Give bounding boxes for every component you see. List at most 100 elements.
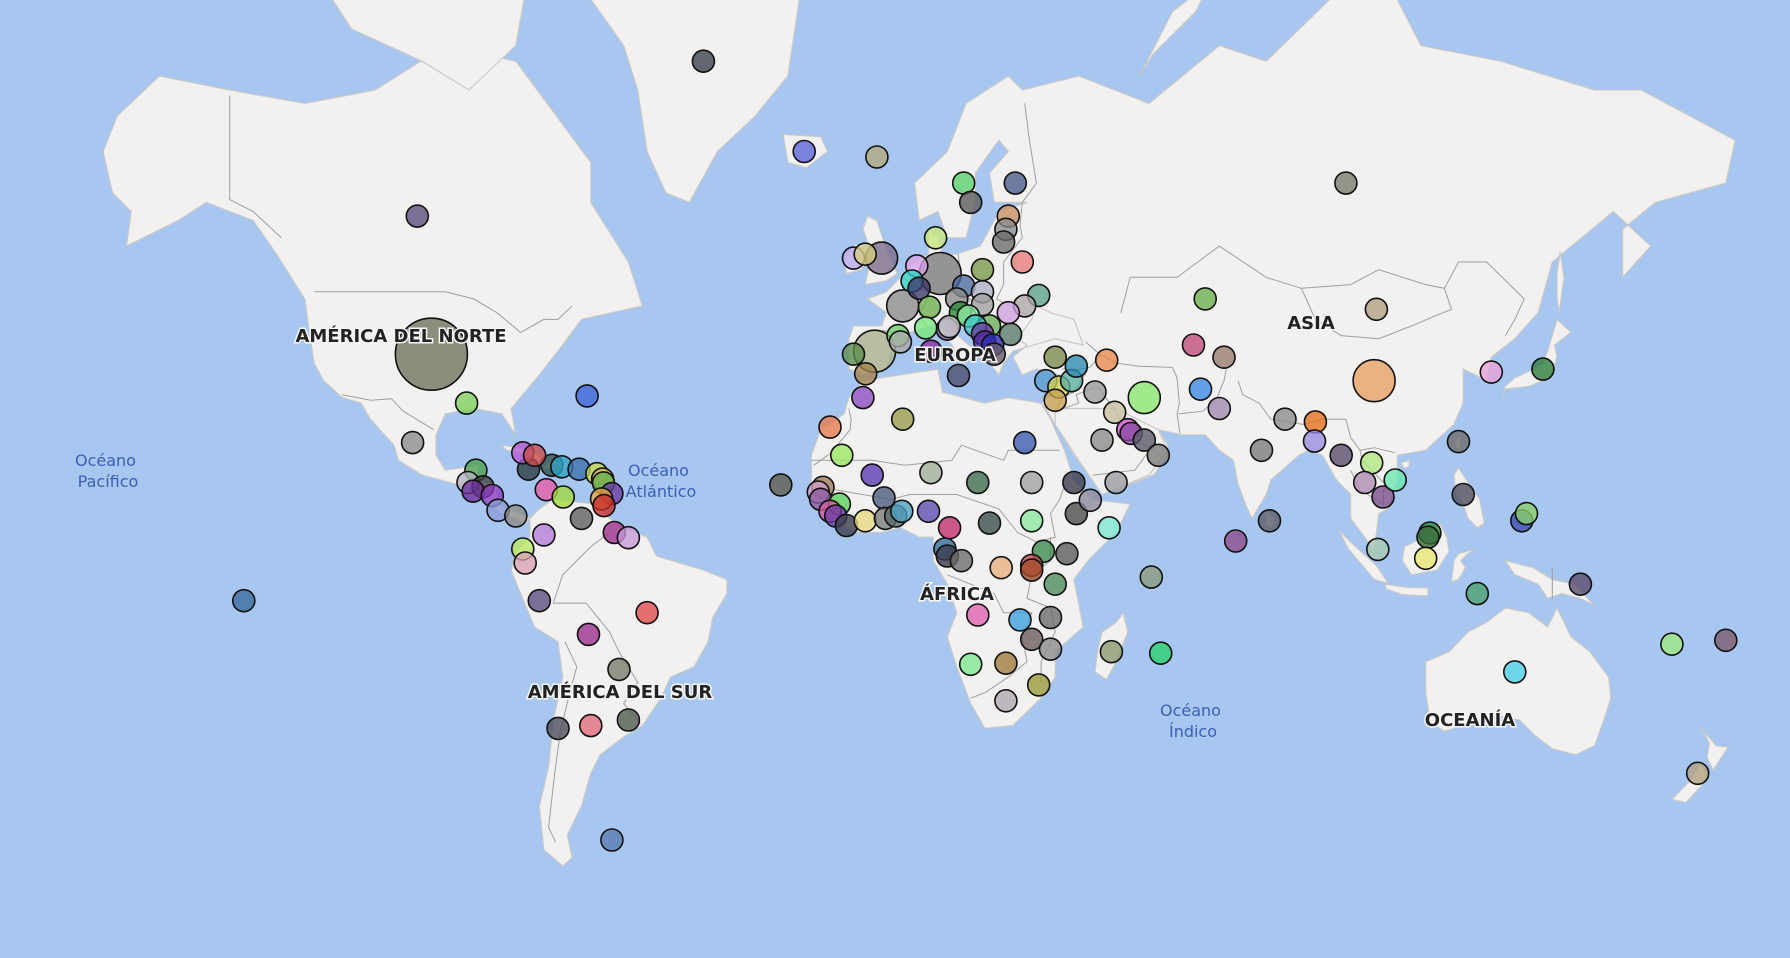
map-bubble-134[interactable] — [1568, 572, 1593, 597]
map-bubble-31[interactable] — [616, 525, 641, 550]
map-bubble-172[interactable] — [989, 555, 1014, 580]
map-bubble-182[interactable] — [1038, 637, 1063, 662]
map-bubble-102[interactable] — [1146, 443, 1171, 468]
map-bubble-24[interactable] — [503, 504, 528, 528]
map-bubble-186[interactable] — [1026, 673, 1051, 697]
map-bubble-144[interactable] — [860, 463, 885, 487]
map-bubble-45[interactable] — [1003, 171, 1028, 195]
map-bubble-189[interactable] — [1139, 565, 1164, 589]
map-bubble-129[interactable] — [1479, 360, 1504, 384]
map-bubble-171[interactable] — [949, 548, 974, 573]
map-bubble-133[interactable] — [1465, 581, 1490, 606]
map-bubble-46[interactable] — [958, 190, 983, 215]
map-bubble-108[interactable] — [1207, 396, 1232, 421]
map-bubble-50[interactable] — [923, 226, 948, 250]
map-bubble-54[interactable] — [1010, 250, 1035, 274]
map-bubble-87[interactable] — [937, 314, 962, 339]
map-bubble-100[interactable] — [1090, 428, 1114, 452]
map-bubble-35[interactable] — [635, 600, 659, 625]
map-bubble-174[interactable] — [1055, 541, 1079, 566]
map-bubble-40[interactable] — [578, 713, 603, 738]
map-bubble-109[interactable] — [1273, 407, 1297, 432]
map-bubble-183[interactable] — [958, 652, 983, 677]
map-bubble-105[interactable] — [1181, 333, 1206, 357]
map-bubble-184[interactable] — [994, 651, 1018, 676]
map-bubble-4[interactable] — [454, 391, 479, 415]
map-bubble-2[interactable] — [405, 204, 430, 228]
map-bubble-112[interactable] — [1249, 438, 1274, 463]
map-bubble-188[interactable] — [1148, 641, 1173, 666]
map-bubble-90[interactable] — [1043, 388, 1067, 413]
map-bubble-120[interactable] — [1352, 470, 1377, 495]
map-bubble-36[interactable] — [576, 622, 601, 647]
map-bubble-103[interactable] — [1104, 470, 1128, 495]
map-bubble-6[interactable] — [400, 430, 425, 455]
map-bubble-138[interactable] — [1685, 761, 1710, 786]
map-bubble-165[interactable] — [1078, 488, 1103, 513]
map-bubble-107[interactable] — [1188, 377, 1213, 402]
map-bubble-143[interactable] — [829, 443, 854, 468]
map-bubble-86[interactable] — [888, 330, 913, 354]
map-bubble-160[interactable] — [889, 499, 914, 524]
map-bubble-38[interactable] — [616, 708, 641, 732]
map-bubble-41[interactable] — [600, 828, 624, 852]
map-bubble-132[interactable] — [1514, 501, 1539, 526]
map-bubble-37[interactable] — [607, 657, 631, 682]
map-bubble-137[interactable] — [1660, 632, 1684, 657]
map-bubble-157[interactable] — [853, 508, 878, 533]
map-bubble-39[interactable] — [546, 716, 570, 741]
map-bubble-145[interactable] — [919, 460, 943, 485]
map-bubble-180[interactable] — [1038, 605, 1063, 630]
map-bubble-21[interactable] — [461, 479, 485, 504]
map-bubble-94[interactable] — [1094, 348, 1119, 373]
map-bubble-17[interactable] — [592, 493, 616, 518]
map-bubble-111[interactable] — [1302, 429, 1327, 453]
map-bubble-33[interactable] — [513, 551, 538, 575]
map-bubble-167[interactable] — [1097, 515, 1121, 540]
map-bubble-1[interactable] — [792, 139, 817, 164]
map-bubble-63[interactable] — [996, 300, 1021, 325]
map-canvas[interactable]: Océano Pacífico Océano Atlántico Océano … — [0, 0, 1790, 958]
map-bubble-49[interactable] — [991, 230, 1016, 254]
map-bubble-104[interactable] — [1193, 287, 1217, 311]
map-bubble-124[interactable] — [1451, 482, 1475, 507]
map-bubble-177[interactable] — [1043, 572, 1067, 597]
map-bubble-147[interactable] — [1019, 470, 1044, 495]
map-bubble-96[interactable] — [1127, 380, 1162, 415]
map-bubble-128[interactable] — [1413, 546, 1438, 571]
map-bubble-42[interactable] — [232, 588, 256, 613]
map-bubble-118[interactable] — [1329, 443, 1353, 468]
map-bubble-126[interactable] — [1416, 525, 1440, 550]
map-bubble-162[interactable] — [937, 515, 962, 540]
map-bubble-130[interactable] — [1531, 357, 1555, 381]
map-bubble-29[interactable] — [532, 523, 556, 547]
map-bubble-83[interactable] — [841, 342, 866, 367]
map-bubble-85[interactable] — [946, 363, 971, 388]
map-bubble-114[interactable] — [1223, 529, 1248, 553]
map-bubble-140[interactable] — [851, 385, 875, 410]
map-bubble-187[interactable] — [1099, 639, 1124, 664]
map-bubble-43[interactable] — [865, 145, 889, 169]
map-bubble-80[interactable] — [913, 316, 938, 340]
map-bubble-168[interactable] — [1019, 508, 1044, 533]
map-bubble-142[interactable] — [1012, 430, 1037, 455]
map-bubble-25[interactable] — [522, 443, 547, 468]
map-bubble-55[interactable] — [970, 257, 995, 282]
map-bubble-148[interactable] — [768, 473, 793, 497]
map-bubble-117[interactable] — [1352, 358, 1396, 403]
map-bubble-163[interactable] — [977, 511, 1002, 535]
map-bubble-139[interactable] — [890, 407, 915, 432]
map-bubble-123[interactable] — [1446, 429, 1471, 454]
map-bubble-34[interactable] — [527, 588, 552, 613]
map-bubble-84[interactable] — [853, 361, 878, 386]
map-bubble-116[interactable] — [1364, 297, 1389, 322]
map-bubble-176[interactable] — [1019, 558, 1044, 582]
map-bubble-178[interactable] — [965, 603, 990, 627]
map-bubble-5[interactable] — [575, 384, 599, 408]
map-bubble-0[interactable] — [691, 49, 716, 74]
map-bubble-52[interactable] — [853, 242, 878, 266]
map-bubble-27[interactable] — [551, 485, 576, 509]
map-bubble-179[interactable] — [1008, 608, 1032, 632]
map-bubble-122[interactable] — [1383, 468, 1407, 492]
map-bubble-135[interactable] — [1503, 660, 1527, 684]
